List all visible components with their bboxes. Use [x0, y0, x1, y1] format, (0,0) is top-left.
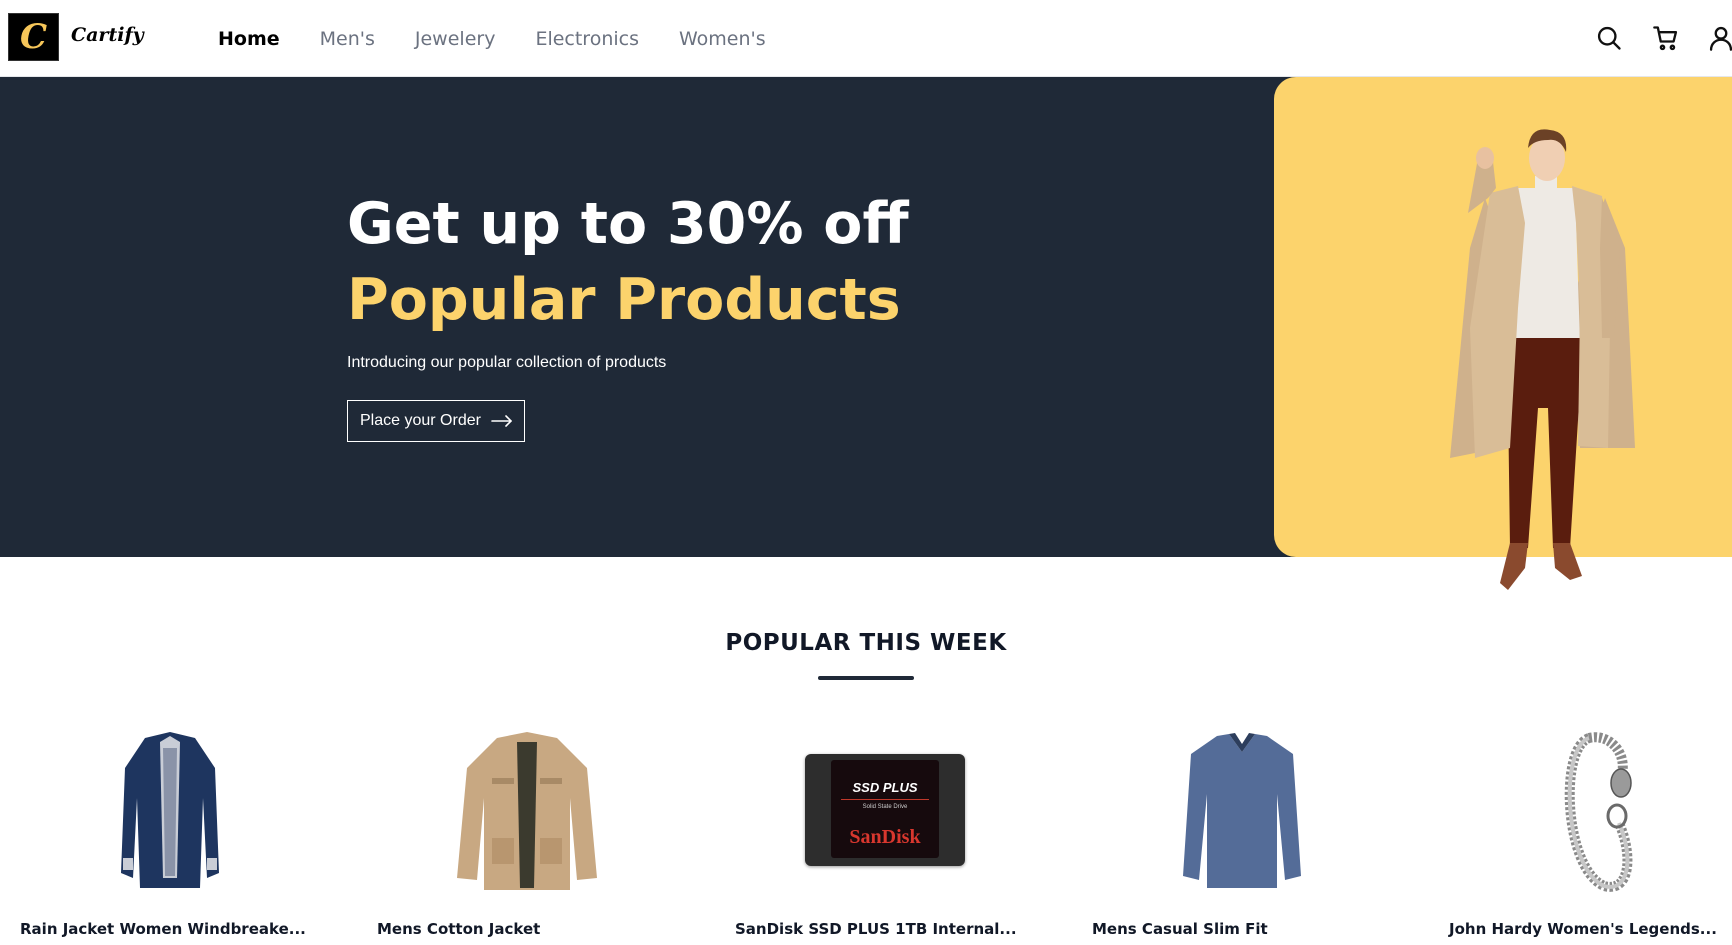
place-order-label: Place your Order — [360, 412, 481, 429]
header-bar: C Cartify Home Men's Jewelery Electronic… — [0, 0, 1732, 77]
nav-item-electronics[interactable]: Electronics — [535, 28, 639, 50]
product-image[interactable] — [0, 725, 340, 895]
place-order-button[interactable]: Place your Order — [347, 400, 525, 442]
product-card[interactable]: SSD PLUS Solid State Drive SanDisk SanDi… — [715, 725, 1055, 945]
product-image[interactable]: SSD PLUS Solid State Drive SanDisk — [715, 725, 1055, 895]
section-underline — [818, 676, 914, 680]
hero-highlight-title: Popular Products — [347, 267, 901, 333]
ssd-image: SSD PLUS Solid State Drive SanDisk — [805, 754, 965, 866]
product-image[interactable] — [357, 725, 697, 895]
nav-item-jewelery[interactable]: Jewelery — [415, 28, 496, 50]
product-card[interactable]: Mens Casual Slim Fit — [1072, 725, 1412, 945]
product-name[interactable]: John Hardy Women's Legends... — [1449, 920, 1717, 938]
hero-title: Get up to 30% off — [347, 191, 909, 257]
ssd-type-label: Solid State Drive — [862, 804, 908, 810]
user-icon[interactable] — [1707, 24, 1732, 52]
product-name[interactable]: Rain Jacket Women Windbreake... — [20, 920, 306, 938]
nav-item-womens[interactable]: Women's — [679, 28, 766, 50]
product-name[interactable]: Mens Casual Slim Fit — [1092, 920, 1268, 938]
logo-letter: C — [19, 17, 48, 57]
cart-icon[interactable] — [1652, 24, 1680, 52]
arrow-right-icon — [491, 415, 512, 427]
ssd-brand-label: SanDisk — [849, 826, 921, 848]
product-card[interactable]: John Hardy Women's Legends... — [1429, 725, 1732, 945]
product-name[interactable]: Mens Cotton Jacket — [377, 920, 540, 938]
main-nav: Home Men's Jewelery Electronics Women's — [218, 0, 806, 77]
hero-text: Get up to 30% off Popular Products Intro… — [347, 186, 909, 372]
product-card[interactable]: Rain Jacket Women Windbreake... — [0, 725, 340, 945]
product-image[interactable] — [1429, 725, 1732, 895]
product-name[interactable]: SanDisk SSD PLUS 1TB Internal... — [735, 920, 1017, 938]
search-icon[interactable] — [1595, 24, 1623, 52]
hero-model-image — [1450, 129, 1635, 590]
product-image[interactable] — [1072, 725, 1412, 895]
nav-item-mens[interactable]: Men's — [320, 28, 375, 50]
logo[interactable]: C — [8, 13, 59, 61]
ssd-model-label: SSD PLUS — [852, 780, 918, 795]
hero-subtitle: Introducing our popular collection of pr… — [347, 354, 667, 371]
section-title: POPULAR THIS WEEK — [725, 630, 1007, 656]
product-card[interactable]: Mens Cotton Jacket — [357, 725, 697, 945]
nav-item-home[interactable]: Home — [218, 28, 280, 50]
brand-name[interactable]: Cartify — [71, 24, 144, 46]
